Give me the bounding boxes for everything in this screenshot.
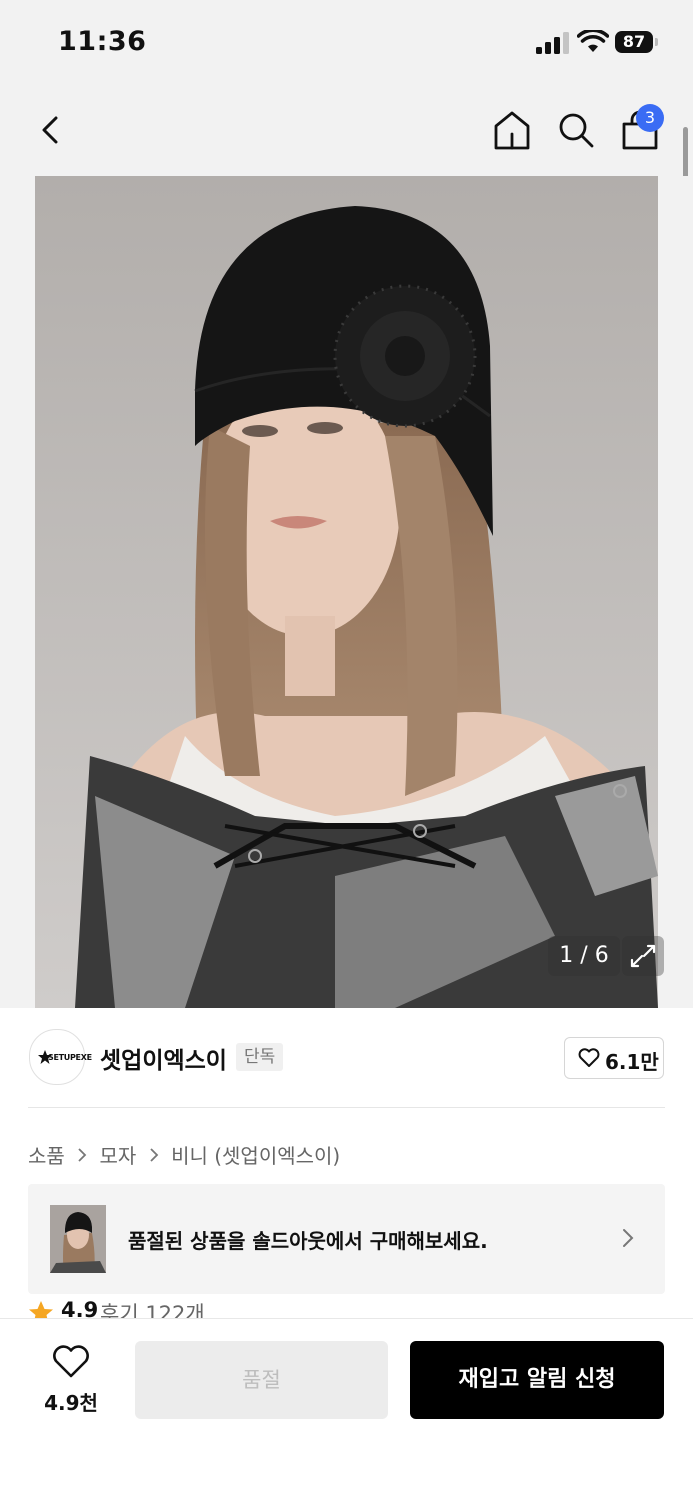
wifi-icon [577,30,609,52]
rating-score: 4.9 [61,1298,99,1320]
review-count: 후기 122개 [100,1302,205,1320]
breadcrumb-item-beanie[interactable]: 비니 (셋업이엑스이) [171,1140,340,1169]
brand-logo[interactable]: SETUPEXE [29,1029,92,1085]
expand-icon [630,944,656,968]
cart-count-badge: 3 [636,104,664,132]
search-icon[interactable] [555,108,597,152]
image-counter: 1 / 6 [548,936,620,976]
brand-section: SETUPEXE 셋업이엑스이 단독 6.1만 [0,1008,693,1108]
soldout-button: 품절 [135,1341,388,1419]
brand-like-button[interactable]: 6.1만 [564,1037,664,1079]
section-divider [28,1107,665,1108]
restock-alert-button[interactable]: 재입고 알림 신청 [410,1341,664,1419]
back-arrow-icon[interactable] [36,110,66,150]
rating-summary[interactable]: 4.9 후기 122개 [28,1298,428,1320]
product-gallery[interactable]: 1 / 6 [0,176,693,1008]
product-image[interactable] [35,176,658,1008]
wishlist-count: 4.9천 [44,1391,98,1415]
breadcrumb: 소품 모자 비니 (셋업이엑스이) [28,1140,340,1169]
wishlist-button[interactable]: 4.9천 [36,1345,106,1415]
status-bar: 11:36 87 [0,0,693,88]
brand-name[interactable]: 셋업이엑스이 [100,1041,227,1075]
expand-button[interactable] [622,936,664,976]
brand-logo-text: SETUPEXE [48,1053,92,1062]
brand-like-count: 6.1만 [605,1050,659,1074]
heart-icon [578,1048,600,1067]
breadcrumb-item-accessories[interactable]: 소품 [28,1140,65,1169]
breadcrumb-item-hats[interactable]: 모자 [100,1140,137,1169]
bottom-action-bar: 4.9천 품절 재입고 알림 신청 [0,1318,693,1501]
product-photo-illustration [35,176,658,1008]
battery-nub [655,38,658,46]
exclusive-tag: 단독 [236,1043,284,1071]
soldout-marketplace-banner[interactable]: 품절된 상품을 솔드아웃에서 구매해보세요. [28,1184,665,1294]
status-time: 11:36 [58,26,147,57]
thumbnail-illustration [50,1205,106,1273]
soldout-banner-text: 품절된 상품을 솔드아웃에서 구매해보세요. [128,1229,488,1253]
chevron-right-icon [78,1147,87,1162]
top-navigation: 3 [0,88,693,176]
chevron-right-icon [623,1229,634,1247]
soldout-thumbnail [50,1205,106,1273]
battery-level: 87 [615,31,653,53]
cellular-signal-icon [536,32,569,54]
home-icon[interactable] [491,108,533,152]
battery-indicator: 87 [615,31,661,55]
heart-icon [53,1345,89,1378]
chevron-right-icon [150,1147,158,1162]
star-icon [29,1301,53,1320]
